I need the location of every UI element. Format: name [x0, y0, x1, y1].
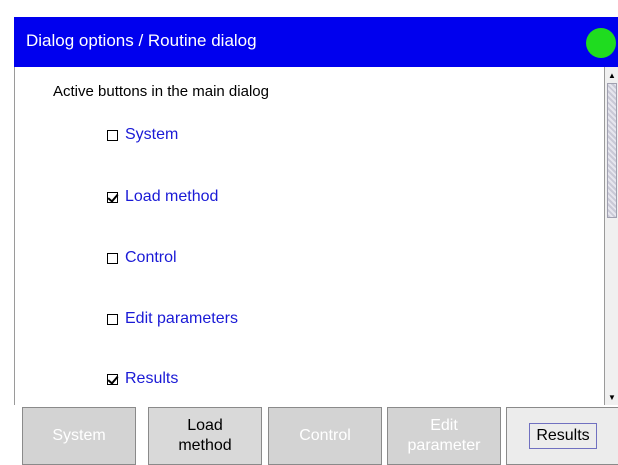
- checkbox-system[interactable]: [107, 129, 118, 141]
- title-bar: Dialog options / Routine dialog: [0, 0, 618, 67]
- checkbox-control[interactable]: [107, 252, 118, 264]
- system-button[interactable]: System: [22, 407, 136, 465]
- results-button[interactable]: Results: [506, 407, 618, 465]
- button-bar: System Load method Control Edit paramete…: [14, 405, 618, 465]
- option-edit-parameters[interactable]: Edit parameters: [107, 308, 238, 330]
- status-indicator-icon: [586, 28, 616, 58]
- vertical-scrollbar[interactable]: ▲ ▼: [604, 67, 618, 405]
- checkbox-results[interactable]: [107, 373, 118, 385]
- system-button-label: System: [52, 427, 106, 444]
- scroll-down-arrow-icon[interactable]: ▼: [606, 390, 618, 404]
- checkbox-load-method[interactable]: [107, 191, 118, 203]
- checkbox-edit-parameters[interactable]: [107, 313, 118, 325]
- load-method-button-label: Load method: [178, 417, 232, 454]
- control-button[interactable]: Control: [268, 407, 382, 465]
- option-label-control: Control: [125, 249, 177, 266]
- option-label-system: System: [125, 126, 179, 143]
- option-label-edit-parameters: Edit parameters: [125, 310, 238, 327]
- option-label-load-method: Load method: [125, 188, 219, 205]
- window-title: Dialog options / Routine dialog: [26, 31, 257, 50]
- option-load-method[interactable]: Load method: [107, 186, 218, 208]
- load-method-button[interactable]: Load method: [148, 407, 262, 465]
- option-results[interactable]: Results: [107, 368, 178, 390]
- section-label: Active buttons in the main dialog: [53, 83, 269, 100]
- edit-parameter-button[interactable]: Edit parameter: [387, 407, 501, 465]
- title-bar-panel: Dialog options / Routine dialog: [14, 15, 618, 67]
- options-panel: Active buttons in the main dialog System…: [14, 67, 605, 405]
- option-label-results: Results: [125, 370, 179, 387]
- scroll-up-arrow-icon[interactable]: ▲: [606, 68, 618, 82]
- option-control[interactable]: Control: [107, 247, 177, 269]
- scroll-thumb[interactable]: [607, 83, 617, 218]
- edit-parameter-button-label: Edit parameter: [407, 417, 481, 454]
- control-button-label: Control: [299, 427, 351, 444]
- option-system[interactable]: System: [107, 124, 178, 146]
- results-button-label: Results: [529, 423, 597, 449]
